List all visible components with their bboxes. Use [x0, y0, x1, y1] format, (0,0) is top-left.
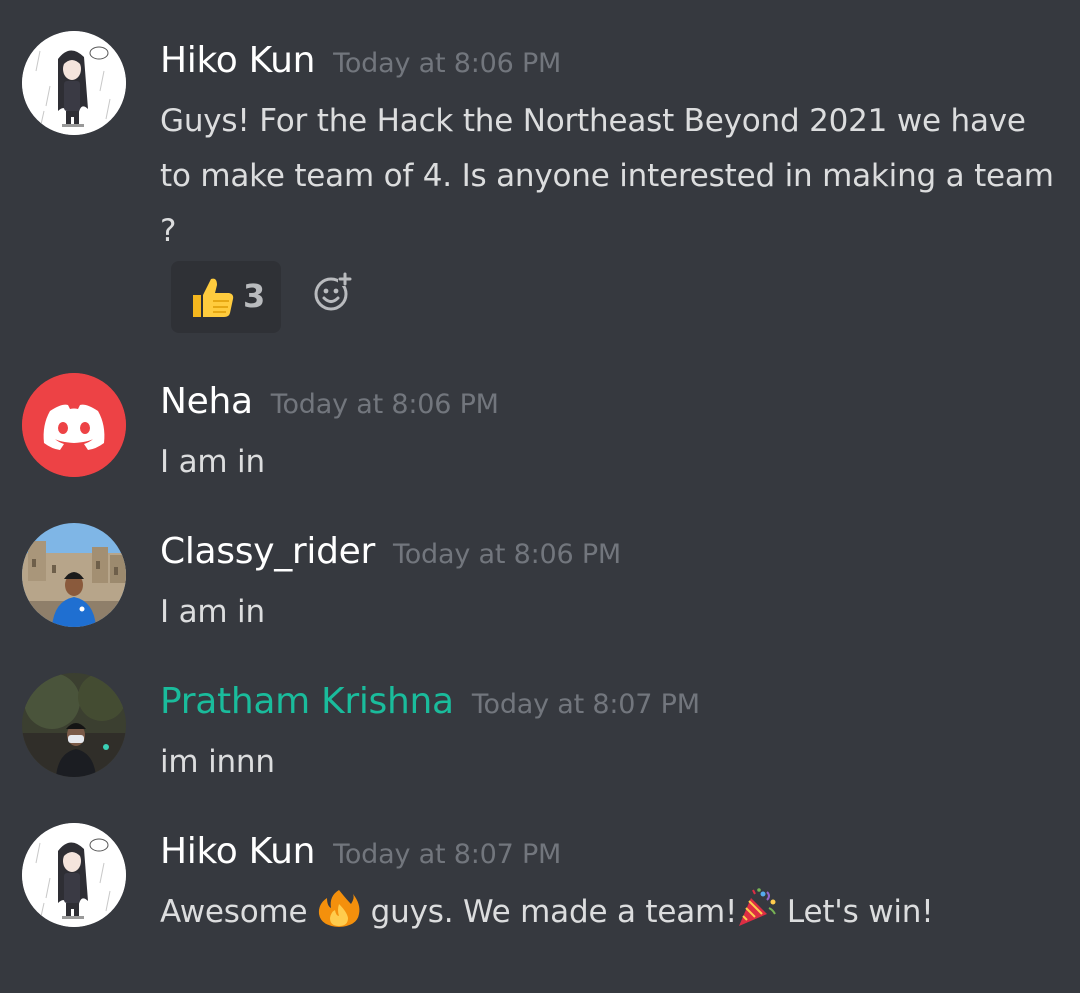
anime-girl-avatar-icon — [22, 823, 126, 927]
fire-icon — [317, 888, 361, 946]
message-timestamp[interactable]: Today at 8:07 PM — [333, 839, 561, 870]
reaction-count: 3 — [243, 277, 266, 315]
add-reaction-icon[interactable] — [312, 272, 354, 318]
user-avatar[interactable] — [22, 823, 126, 927]
user-avatar[interactable] — [22, 523, 126, 627]
party-popper-icon — [737, 888, 777, 946]
user-avatar[interactable] — [22, 373, 126, 477]
username[interactable]: Hiko Kun — [160, 831, 315, 872]
message-text-part: Awesome — [160, 894, 318, 930]
message-content: Awesome guys. We made a team! Let's win! — [160, 885, 1060, 946]
anime-girl-avatar-icon — [22, 31, 126, 135]
message-timestamp[interactable]: Today at 8:06 PM — [271, 389, 499, 420]
photo-avatar-icon — [22, 673, 126, 777]
message-text-part: Let's win! — [777, 894, 934, 930]
message-timestamp[interactable]: Today at 8:06 PM — [393, 539, 621, 570]
username[interactable]: Classy_rider — [160, 531, 375, 572]
username-row: Classy_rider Today at 8:06 PM — [160, 531, 621, 572]
message-content: im innn — [160, 744, 275, 780]
username[interactable]: Neha — [160, 381, 253, 422]
photo-avatar-icon — [22, 523, 126, 627]
thumbs-up-icon — [189, 275, 235, 323]
username-row: Hiko Kun Today at 8:07 PM — [160, 831, 561, 872]
username-row: Pratham Krishna Today at 8:07 PM — [160, 681, 700, 722]
username-row: Neha Today at 8:06 PM — [160, 381, 499, 422]
user-avatar[interactable] — [22, 31, 126, 135]
username[interactable]: Pratham Krishna — [160, 681, 454, 722]
message-text-part: guys. We made a team! — [361, 894, 738, 930]
discord-logo-icon — [22, 373, 126, 477]
reaction-thumbs-up[interactable]: 3 — [171, 261, 281, 333]
message-content: I am in — [160, 444, 265, 480]
message-timestamp[interactable]: Today at 8:06 PM — [333, 48, 561, 79]
message-content: I am in — [160, 594, 265, 630]
user-avatar[interactable] — [22, 673, 126, 777]
message-timestamp[interactable]: Today at 8:07 PM — [472, 689, 700, 720]
username-row: Hiko Kun Today at 8:06 PM — [160, 40, 561, 81]
username[interactable]: Hiko Kun — [160, 40, 315, 81]
message-content: Guys! For the Hack the Northeast Beyond … — [160, 103, 1054, 249]
